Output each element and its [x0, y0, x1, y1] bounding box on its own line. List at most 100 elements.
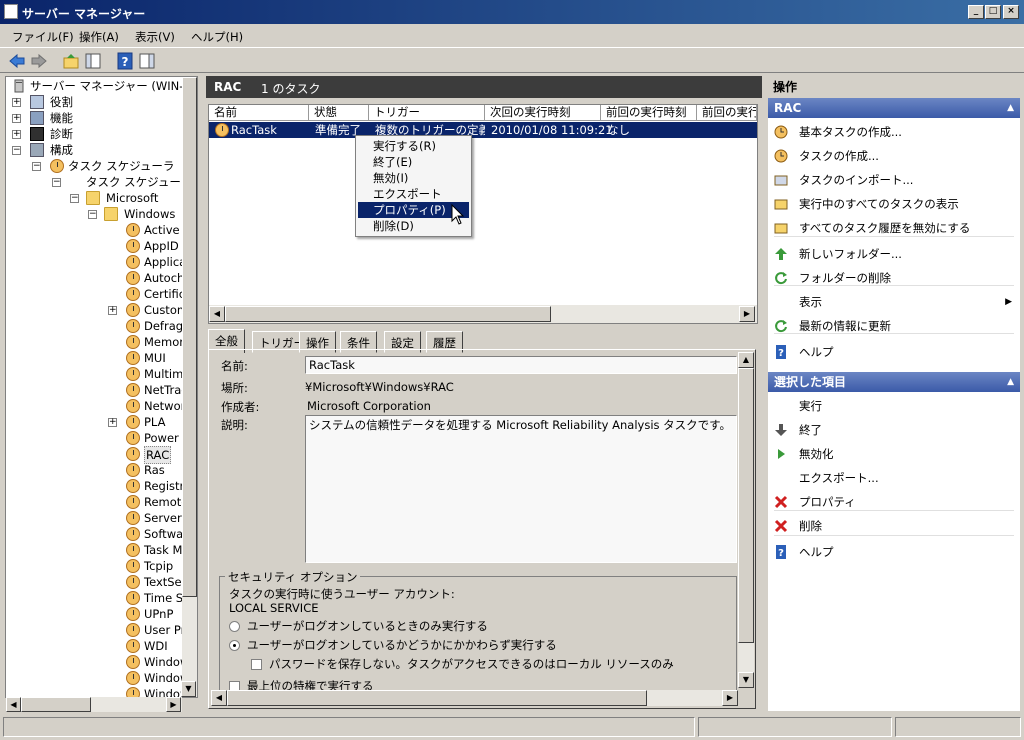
- action-item[interactable]: 最新の情報に更新: [768, 314, 1020, 338]
- action-item[interactable]: ? ヘルプ: [768, 540, 1020, 564]
- tree-vertical-scrollbar[interactable]: ▼: [181, 77, 197, 697]
- action-item[interactable]: 基本タスクの作成...: [768, 120, 1020, 144]
- action-item[interactable]: タスクの作成...: [768, 144, 1020, 168]
- expand-icon[interactable]: +: [12, 98, 21, 107]
- scroll-thumb[interactable]: [225, 306, 551, 322]
- actions-section-rac[interactable]: RAC ▲: [768, 98, 1020, 118]
- collapse-icon[interactable]: −: [32, 162, 41, 171]
- context-menu: 実行する(R) 終了(E) 無効(I) エクスポート(X)... プロパティ(P…: [355, 135, 472, 237]
- scroll-right-arrow[interactable]: ▶: [722, 690, 738, 706]
- task-folder-icon: [126, 239, 140, 253]
- show-hide-tree-icon[interactable]: [84, 52, 102, 70]
- menu-action[interactable]: 操作(A): [79, 29, 119, 45]
- task-folder-icon: [126, 223, 140, 237]
- menu-view[interactable]: 表示(V): [135, 29, 175, 45]
- table-row[interactable]: RacTask 準備完了 複数のトリガーの定義 2010/01/08 11:09…: [209, 122, 757, 138]
- column-header-last-result[interactable]: 前回の実行: [697, 105, 757, 121]
- task-folder-icon: [126, 607, 140, 621]
- action-item[interactable]: 無効化: [768, 442, 1020, 466]
- scroll-left-arrow[interactable]: ◀: [211, 690, 227, 706]
- account-label: タスクの実行時に使うユーザー アカウント:: [229, 587, 455, 601]
- task-folder-icon: [126, 543, 140, 557]
- do-not-store-password-label: パスワードを保存しない。タスクがアクセスできるのはローカル リソースのみ: [269, 657, 674, 671]
- action-item[interactable]: エクスポート...: [768, 466, 1020, 490]
- maximize-button[interactable]: □: [985, 5, 1001, 19]
- collapse-arrow-icon[interactable]: ▲: [1007, 372, 1014, 392]
- back-arrow-icon[interactable]: [8, 52, 26, 70]
- expand-icon[interactable]: +: [12, 130, 21, 139]
- column-header-name[interactable]: 名前: [209, 105, 309, 121]
- mouse-cursor-icon: [451, 204, 465, 225]
- expand-icon[interactable]: +: [108, 418, 117, 427]
- action-item[interactable]: 新しいフォルダー...: [768, 242, 1020, 266]
- task-folder-icon: [126, 431, 140, 445]
- collapse-icon[interactable]: −: [88, 210, 97, 219]
- collapse-icon[interactable]: −: [70, 194, 79, 203]
- task-list: 名前 状態 トリガー 次回の実行時刻 前回の実行時刻 前回の実行 RacTask…: [208, 104, 758, 324]
- action-item[interactable]: ? ヘルプ: [768, 340, 1020, 364]
- name-field[interactable]: RacTask: [305, 356, 737, 374]
- detail-horizontal-scrollbar[interactable]: ◀ ▶: [211, 690, 738, 706]
- task-folder-icon: [126, 319, 140, 333]
- scroll-thumb[interactable]: [182, 77, 197, 597]
- column-header-last-run[interactable]: 前回の実行時刻: [601, 105, 697, 121]
- action-item[interactable]: 実行: [768, 394, 1020, 418]
- navigation-tree: サーバー マネージャー (WIN-8DC + 役割 + 機能 + 診断 − 構成…: [5, 76, 198, 698]
- actions-section-selected[interactable]: 選択した項目 ▲: [768, 372, 1020, 392]
- column-header-status[interactable]: 状態: [309, 105, 369, 121]
- clock-icon: [50, 159, 64, 173]
- run-only-logged-on-radio[interactable]: [229, 621, 240, 632]
- action-item[interactable]: 実行中のすべてのタスクの表示: [768, 192, 1020, 216]
- collapse-icon[interactable]: −: [52, 178, 61, 187]
- menu-item-end[interactable]: 終了(E): [358, 154, 469, 170]
- menu-help[interactable]: ヘルプ(H): [191, 29, 243, 45]
- action-pane-icon[interactable]: [138, 52, 156, 70]
- clock-icon: [774, 125, 788, 139]
- minimize-button[interactable]: _: [968, 5, 984, 19]
- menu-item-disable[interactable]: 無効(I): [358, 170, 469, 186]
- task-folder-icon: [126, 575, 140, 589]
- scroll-right-arrow[interactable]: ▶: [166, 697, 181, 712]
- name-label: 名前:: [221, 359, 248, 373]
- run-whether-logged-on-label: ユーザーがログオンしているかどうかにかかわらず実行する: [247, 638, 557, 652]
- collapse-icon[interactable]: −: [12, 146, 21, 155]
- forward-arrow-icon[interactable]: [30, 52, 48, 70]
- run-whether-logged-on-radio[interactable]: [229, 640, 240, 651]
- account-value: LOCAL SERVICE: [229, 601, 319, 615]
- task-count: 1 のタスク: [261, 82, 321, 96]
- action-item[interactable]: 表示 ▶: [768, 290, 1020, 314]
- scroll-down-arrow[interactable]: ▼: [738, 672, 754, 688]
- description-field[interactable]: システムの信頼性データを処理する Microsoft Reliability A…: [305, 415, 737, 563]
- do-not-store-password-checkbox[interactable]: [251, 659, 262, 670]
- detail-vertical-scrollbar[interactable]: ▲ ▼: [738, 352, 754, 688]
- column-header-trigger[interactable]: トリガー: [369, 105, 485, 121]
- column-header-next-run[interactable]: 次回の実行時刻: [485, 105, 601, 121]
- author-label: 作成者:: [221, 400, 260, 414]
- tree-horizontal-scrollbar[interactable]: ◀ ▶: [6, 697, 182, 712]
- action-item[interactable]: タスクのインポート...: [768, 168, 1020, 192]
- scroll-thumb[interactable]: [738, 368, 754, 643]
- scroll-right-arrow[interactable]: ▶: [739, 306, 755, 322]
- refresh-icon: [775, 320, 787, 333]
- help-icon[interactable]: ?: [116, 52, 134, 70]
- submenu-arrow-icon: ▶: [1005, 297, 1012, 307]
- close-button[interactable]: ×: [1003, 5, 1019, 19]
- scroll-thumb[interactable]: [21, 697, 91, 712]
- action-item[interactable]: フォルダーの削除: [768, 266, 1020, 290]
- expand-icon[interactable]: +: [12, 114, 21, 123]
- create-task-icon: [774, 149, 788, 163]
- menu-item-run[interactable]: 実行する(R): [358, 138, 469, 154]
- scroll-thumb[interactable]: [227, 690, 647, 706]
- scroll-left-arrow[interactable]: ◀: [209, 306, 225, 322]
- task-folder-icon: [126, 287, 140, 301]
- up-folder-icon[interactable]: [62, 52, 80, 70]
- tasklist-horizontal-scrollbar[interactable]: ◀ ▶: [209, 305, 757, 323]
- menu-file[interactable]: ファイル(F): [12, 29, 74, 45]
- scroll-down-arrow[interactable]: ▼: [181, 681, 196, 697]
- expand-icon[interactable]: +: [108, 306, 117, 315]
- menu-item-export[interactable]: エクスポート(X)...: [358, 186, 469, 217]
- action-item[interactable]: 終了: [768, 418, 1020, 442]
- collapse-arrow-icon[interactable]: ▲: [1007, 98, 1014, 118]
- scroll-left-arrow[interactable]: ◀: [6, 697, 21, 712]
- scroll-up-arrow[interactable]: ▲: [738, 352, 754, 368]
